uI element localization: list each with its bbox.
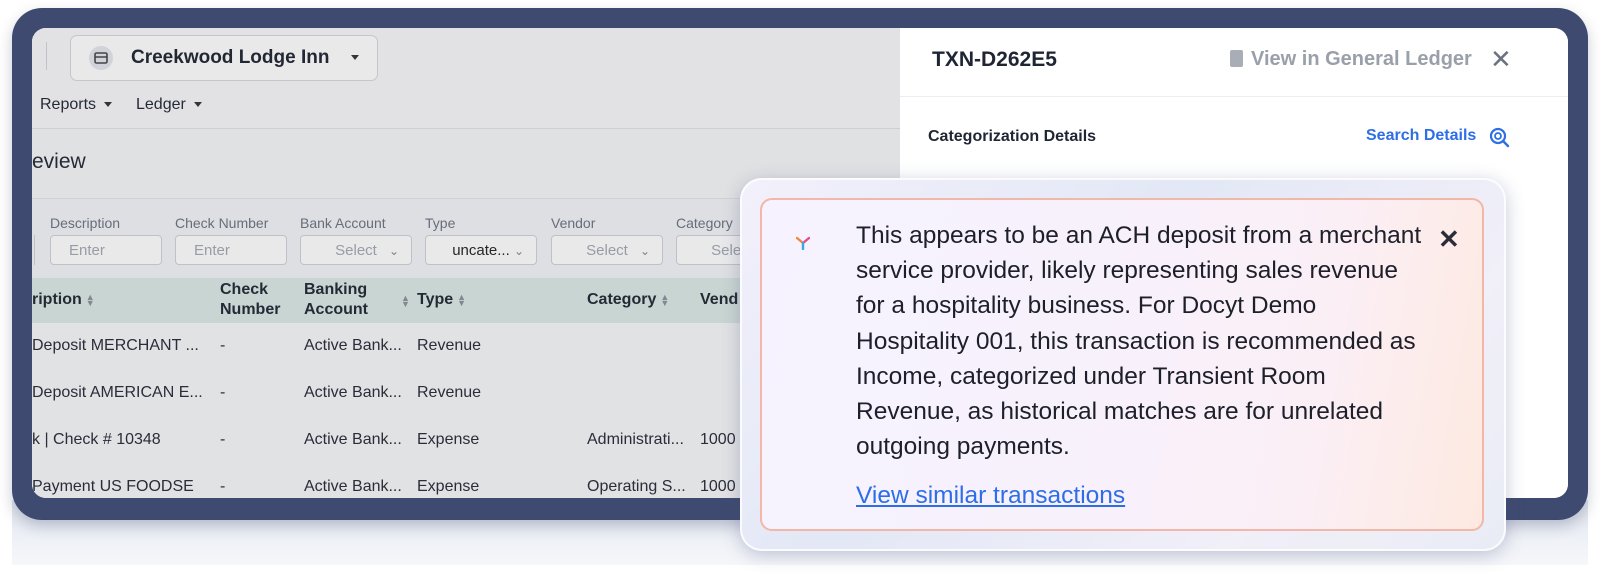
view-general-ledger-link[interactable]: View in General Ledger <box>1230 48 1472 71</box>
view-similar-transactions-link[interactable]: View similar transactions <box>856 482 1125 510</box>
docyt-logo-icon <box>795 236 811 255</box>
ai-suggestion-popup: This appears to be an ACH deposit from a… <box>740 178 1506 551</box>
categorization-details-title: Categorization Details <box>928 128 1097 145</box>
ai-suggestion-card: This appears to be an ACH deposit from a… <box>760 198 1484 531</box>
view-general-ledger-label: View in General Ledger <box>1251 48 1472 70</box>
close-icon[interactable]: ✕ <box>1490 46 1512 72</box>
ledger-doc-icon <box>1230 50 1243 67</box>
close-icon[interactable]: ✕ <box>1438 226 1460 252</box>
search-details-link[interactable]: Search Details <box>1366 127 1476 145</box>
panel-divider <box>900 96 1568 97</box>
transaction-id: TXN-D262E5 <box>932 48 1057 71</box>
search-details-icon[interactable] <box>1488 126 1510 153</box>
suggestion-text: This appears to be an ACH deposit from a… <box>856 222 1422 461</box>
